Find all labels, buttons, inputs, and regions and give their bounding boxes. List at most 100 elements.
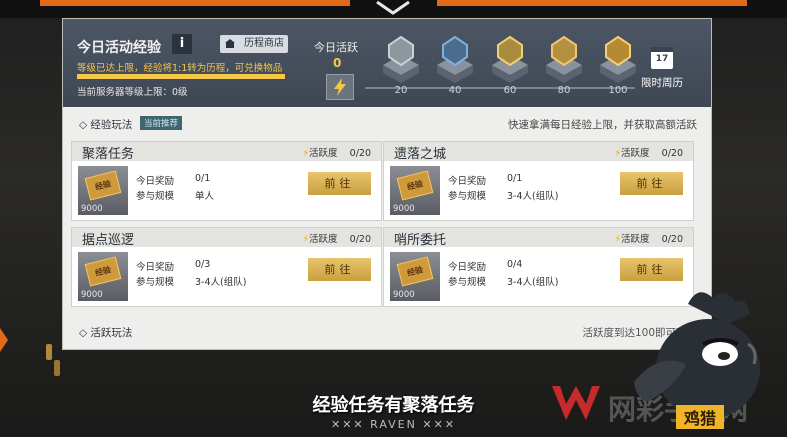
- task-card-header: 哨所委托 ⚡活跃度 0/20: [384, 228, 693, 248]
- task-name: 遗落之城: [394, 147, 447, 162]
- ticket-count: 9000: [81, 204, 103, 214]
- size-key: 参与规模: [136, 191, 175, 202]
- size-key: 参与规模: [448, 277, 487, 288]
- activity-reward-5[interactable]: 100: [594, 19, 642, 107]
- reward-key: 今日奖励: [136, 176, 175, 187]
- ticket-count: 9000: [393, 204, 415, 214]
- activity-reward-2[interactable]: 40: [431, 19, 479, 107]
- calendar-icon[interactable]: 17: [651, 47, 673, 69]
- exp-title: 今日活动经验: [77, 40, 161, 56]
- task-name: 哨所委托: [394, 233, 447, 248]
- reward-key: 今日奖励: [448, 176, 487, 187]
- reward-threshold: 20: [394, 85, 408, 96]
- exp-ticket-thumb: 经验 9000: [390, 166, 440, 215]
- silver-gear-crate-icon: [383, 35, 419, 83]
- reward-value: 0/3: [195, 259, 211, 270]
- size-key: 参与规模: [448, 191, 487, 202]
- exp-section-title: ◇ 经验玩法: [79, 119, 133, 131]
- size-value: 3-4人(组队): [195, 277, 247, 288]
- task-activity: ⚡活跃度 0/20: [302, 145, 371, 159]
- info-icon[interactable]: i: [172, 34, 192, 54]
- task-card-header: 据点巡逻 ⚡活跃度 0/20: [72, 228, 381, 248]
- task-activity: ⚡活跃度 0/20: [614, 231, 683, 245]
- activity-reward-3[interactable]: 60: [486, 19, 534, 107]
- exp-ticket-thumb: 经验 9000: [78, 166, 128, 215]
- task-name: 据点巡逻: [82, 233, 135, 248]
- recommend-badge: 当前推荐: [140, 116, 183, 130]
- task-card-header: 遗落之城 ⚡活跃度 0/20: [384, 142, 693, 162]
- exp-ticket-icon: 经验: [84, 256, 122, 287]
- exp-section-header: ◇ 经验玩法 当前推荐 快速拿满每日经验上限，并获取高额活跃: [73, 114, 703, 134]
- gold-coin-crate-icon: [546, 35, 582, 83]
- bullet-shells-decoration: [46, 344, 60, 376]
- exp-ticket-thumb: 经验 9000: [390, 252, 440, 301]
- go-button[interactable]: 前往: [308, 172, 371, 195]
- reward-threshold: 40: [448, 85, 462, 96]
- exp-ticket-icon: 经验: [396, 170, 434, 201]
- task-activity-label: 活跃度: [309, 148, 338, 159]
- reward-threshold: 100: [608, 85, 628, 96]
- weekly-calendar-label[interactable]: 限时周历: [641, 75, 683, 90]
- task-activity-value: 0/20: [661, 148, 683, 159]
- ticket-label: 经验: [94, 265, 112, 278]
- left-edge-arrow-icon: [0, 328, 8, 352]
- task-activity: ⚡活跃度 0/20: [302, 231, 371, 245]
- ticket-label: 经验: [406, 179, 424, 192]
- reward-key: 今日奖励: [136, 262, 175, 273]
- task-card-header: 聚落任务 ⚡活跃度 0/20: [72, 142, 381, 162]
- exp-progress-fill: [77, 74, 285, 79]
- task-card: 遗落之城 ⚡活跃度 0/20 经验 9000 今日奖励 0/1 参与规模 3-4人(组队) 前往: [383, 141, 694, 221]
- server-level-cap: 当前服务器等级上限：0级: [77, 87, 188, 98]
- gold-badge-crate-icon: [492, 35, 528, 83]
- task-activity-label: 活跃度: [309, 234, 338, 245]
- active-section-title: ◇ 活跃玩法: [79, 327, 133, 339]
- reward-value: 0/1: [507, 173, 523, 184]
- size-value: 单人: [195, 191, 215, 202]
- task-activity-value: 0/20: [349, 234, 371, 245]
- reward-value: 0/4: [507, 259, 523, 270]
- task-activity-value: 0/20: [349, 148, 371, 159]
- activity-reward-1[interactable]: 20: [377, 19, 425, 107]
- go-button[interactable]: 前往: [308, 258, 371, 281]
- activity-label: 今日活跃: [314, 41, 358, 54]
- task-name: 聚落任务: [82, 147, 135, 162]
- ticket-count: 9000: [393, 290, 415, 300]
- size-key: 参与规模: [136, 277, 175, 288]
- exp-progress-bar: [77, 74, 285, 79]
- chevron-down-icon[interactable]: [369, 0, 417, 16]
- task-activity-label: 活跃度: [621, 234, 650, 245]
- size-value: 3-4人(组队): [507, 191, 559, 202]
- top-accent-left: [40, 0, 350, 6]
- active-section-header: ◇ 活跃玩法 活跃度到达100即可获得: [73, 322, 703, 342]
- reward-key: 今日奖励: [448, 262, 487, 273]
- ticket-count: 9000: [81, 290, 103, 300]
- activity-value: 0: [333, 56, 342, 70]
- exp-ticket-icon: 经验: [84, 170, 122, 201]
- go-button[interactable]: 前往: [620, 258, 683, 281]
- shop-icon: [225, 39, 235, 48]
- exp-section-hint: 快速拿满每日经验上限，并获取高额活跃: [508, 119, 697, 131]
- task-card: 据点巡逻 ⚡活跃度 0/20 经验 9000 今日奖励 0/3 参与规模 3-4人(组队) 前往: [71, 227, 382, 307]
- task-card: 聚落任务 ⚡活跃度 0/20 经验 9000 今日奖励 0/1 参与规模 单人 前往: [71, 141, 382, 221]
- go-button[interactable]: 前往: [620, 172, 683, 195]
- ticket-label: 经验: [94, 179, 112, 192]
- task-activity-value: 0/20: [661, 234, 683, 245]
- reward-value: 0/1: [195, 173, 211, 184]
- exp-ticket-thumb: 经验 9000: [78, 252, 128, 301]
- size-value: 3-4人(组队): [507, 277, 559, 288]
- exp-limit-notice: 等级已达上限，经验将1:1转为历程，可兑换物品: [77, 63, 283, 74]
- activity-header: 今日活动经验 i 历程商店 等级已达上限，经验将1:1转为历程，可兑换物品 当前…: [63, 19, 711, 107]
- journey-shop-button[interactable]: 历程商店: [220, 35, 288, 53]
- task-activity-label: 活跃度: [621, 148, 650, 159]
- reward-threshold: 60: [503, 85, 517, 96]
- activity-bolt-icon: [326, 74, 354, 100]
- exp-ticket-icon: 经验: [396, 256, 434, 287]
- blue-bolt-crate-icon: [437, 35, 473, 83]
- reward-threshold: 80: [557, 85, 571, 96]
- top-accent-right: [437, 0, 747, 6]
- activity-panel: 今日活动经验 i 历程商店 等级已达上限，经验将1:1转为历程，可兑换物品 当前…: [62, 18, 712, 350]
- gold-weapon-crate-icon: [600, 35, 636, 83]
- task-activity: ⚡活跃度 0/20: [614, 145, 683, 159]
- journey-shop-label: 历程商店: [244, 38, 284, 49]
- activity-reward-4[interactable]: 80: [540, 19, 588, 107]
